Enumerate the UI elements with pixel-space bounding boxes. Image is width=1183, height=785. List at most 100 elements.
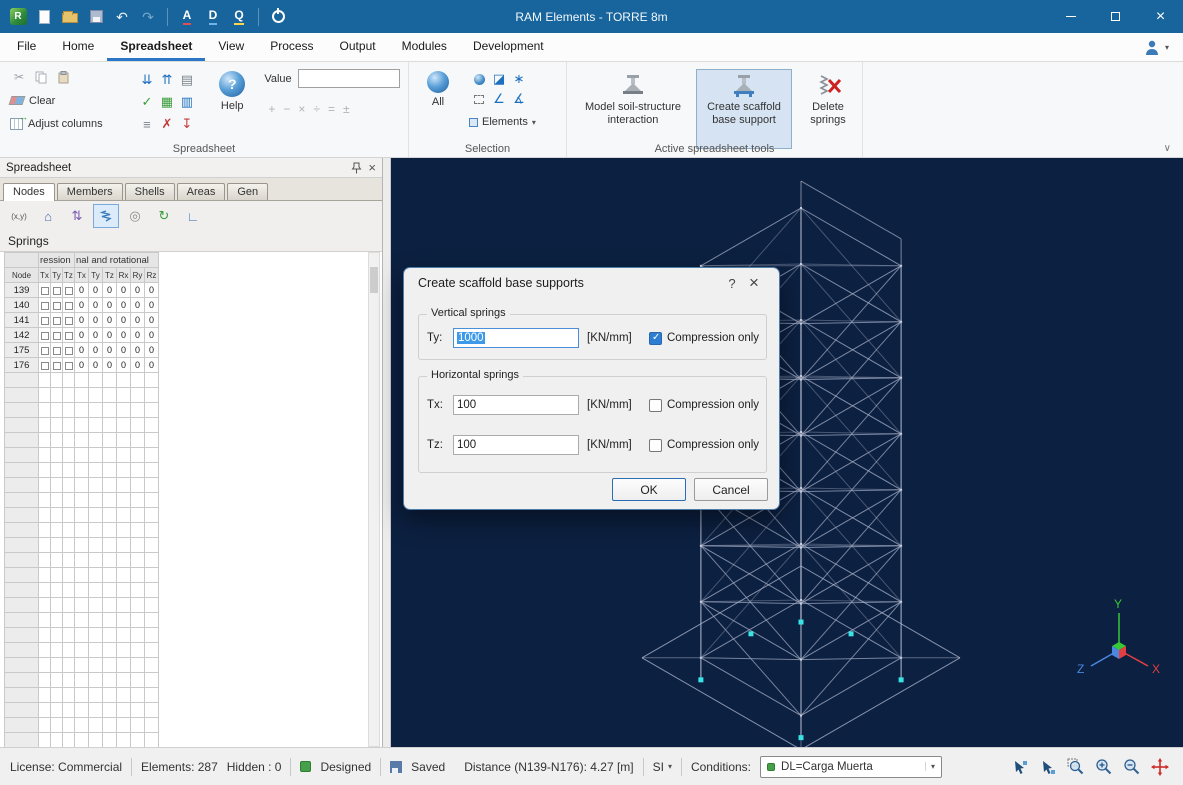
- spring-value-cell[interactable]: [117, 658, 131, 673]
- node-cell[interactable]: [5, 448, 39, 463]
- spring-value-cell[interactable]: [131, 673, 145, 688]
- node-cell[interactable]: [5, 568, 39, 583]
- spring-value-cell[interactable]: 0: [103, 313, 117, 328]
- spring-value-cell[interactable]: [89, 508, 103, 523]
- spring-value-cell[interactable]: [103, 418, 117, 433]
- subtract-icon[interactable]: −: [283, 102, 290, 116]
- spring-value-cell[interactable]: 0: [89, 343, 103, 358]
- springs-tool-button[interactable]: [93, 204, 119, 228]
- spring-value-cell[interactable]: [75, 718, 89, 733]
- empty-row[interactable]: [5, 493, 159, 508]
- pan-icon[interactable]: [1150, 757, 1169, 776]
- spring-value-cell[interactable]: [117, 598, 131, 613]
- spring-value-cell[interactable]: 0: [75, 313, 89, 328]
- spring-value-cell[interactable]: [131, 523, 145, 538]
- spring-value-cell[interactable]: [117, 508, 131, 523]
- confirm-edit-icon[interactable]: ✓: [137, 91, 157, 113]
- empty-row[interactable]: [5, 448, 159, 463]
- empty-row[interactable]: [5, 643, 159, 658]
- spring-row-140[interactable]: 140000000: [5, 298, 159, 313]
- spring-value-cell[interactable]: [131, 433, 145, 448]
- node-cell[interactable]: [5, 733, 39, 748]
- spring-value-cell[interactable]: [75, 403, 89, 418]
- spring-value-cell[interactable]: [75, 628, 89, 643]
- select-all-button[interactable]: All: [419, 69, 457, 128]
- menu-tab-file[interactable]: File: [4, 33, 49, 61]
- spring-value-cell[interactable]: [75, 478, 89, 493]
- spring-value-cell[interactable]: [145, 388, 159, 403]
- spring-value-cell[interactable]: [145, 478, 159, 493]
- spring-value-cell[interactable]: [103, 493, 117, 508]
- spring-value-cell[interactable]: [103, 718, 117, 733]
- new-file-icon[interactable]: [32, 4, 56, 30]
- units-dropdown[interactable]: SI ▾: [653, 760, 672, 774]
- spring-value-cell[interactable]: 0: [89, 313, 103, 328]
- node-cell[interactable]: [5, 718, 39, 733]
- cancel-button[interactable]: Cancel: [694, 478, 768, 501]
- spring-value-cell[interactable]: [145, 418, 159, 433]
- spring-value-cell[interactable]: [89, 643, 103, 658]
- spring-value-cell[interactable]: [103, 448, 117, 463]
- delete-springs-button[interactable]: Delete springs: [797, 69, 859, 149]
- node-cell[interactable]: [5, 643, 39, 658]
- spring-value-cell[interactable]: [103, 658, 117, 673]
- node-cell[interactable]: [5, 523, 39, 538]
- spring-value-cell[interactable]: [145, 448, 159, 463]
- user-dropdown-icon[interactable]: ▾: [1165, 43, 1169, 52]
- spring-value-cell[interactable]: [131, 598, 145, 613]
- append-row-icon[interactable]: ↧: [177, 113, 197, 135]
- spring-value-cell[interactable]: [103, 688, 117, 703]
- spring-value-cell[interactable]: 0: [75, 283, 89, 298]
- spring-value-cell[interactable]: 0: [117, 313, 131, 328]
- annotation-icon-2[interactable]: D: [201, 4, 225, 30]
- menu-tab-process[interactable]: Process: [257, 33, 326, 61]
- spring-value-cell[interactable]: 0: [145, 343, 159, 358]
- cut-icon[interactable]: ✂: [10, 69, 28, 85]
- spring-value-cell[interactable]: [145, 703, 159, 718]
- spring-value-cell[interactable]: [131, 403, 145, 418]
- spring-value-cell[interactable]: [131, 388, 145, 403]
- spring-value-cell[interactable]: [131, 373, 145, 388]
- swap-icon[interactable]: ⇅: [64, 204, 90, 228]
- annotation-icon-1[interactable]: A: [175, 4, 199, 30]
- spring-value-cell[interactable]: [89, 628, 103, 643]
- spring-value-cell[interactable]: 0: [103, 358, 117, 373]
- compression-checkbox[interactable]: [65, 347, 73, 355]
- compression-checkbox[interactable]: [65, 362, 73, 370]
- list-icon[interactable]: ≡: [137, 113, 157, 135]
- spring-value-cell[interactable]: 0: [131, 343, 145, 358]
- spring-value-cell[interactable]: 0: [75, 358, 89, 373]
- empty-row[interactable]: [5, 433, 159, 448]
- spring-value-cell[interactable]: [103, 553, 117, 568]
- node-cell[interactable]: [5, 613, 39, 628]
- node-cell[interactable]: 175: [5, 343, 39, 358]
- empty-row[interactable]: [5, 463, 159, 478]
- vertical-scrollbar[interactable]: [368, 252, 380, 747]
- empty-row[interactable]: [5, 613, 159, 628]
- panel-tab-nodes[interactable]: Nodes: [3, 183, 55, 201]
- format-table-icon[interactable]: ▥: [177, 91, 197, 113]
- node-cell[interactable]: [5, 373, 39, 388]
- plus-minus-icon[interactable]: ±: [343, 102, 350, 116]
- menu-tab-development[interactable]: Development: [460, 33, 557, 61]
- spring-value-cell[interactable]: [117, 673, 131, 688]
- maximize-button[interactable]: [1093, 0, 1138, 33]
- compression-checkbox[interactable]: [65, 332, 73, 340]
- menu-tab-view[interactable]: View: [205, 33, 257, 61]
- spring-value-cell[interactable]: 0: [103, 343, 117, 358]
- spring-value-cell[interactable]: [75, 508, 89, 523]
- spring-value-cell[interactable]: [145, 613, 159, 628]
- insert-row-icon[interactable]: ▦: [157, 91, 177, 113]
- node-cell[interactable]: 140: [5, 298, 39, 313]
- node-cell[interactable]: 142: [5, 328, 39, 343]
- spring-value-cell[interactable]: [75, 643, 89, 658]
- spring-value-cell[interactable]: [117, 733, 131, 748]
- spring-value-cell[interactable]: [75, 463, 89, 478]
- menu-tab-output[interactable]: Output: [327, 33, 389, 61]
- spring-value-cell[interactable]: [89, 733, 103, 748]
- equals-icon[interactable]: =: [328, 102, 335, 116]
- spring-value-cell[interactable]: [131, 478, 145, 493]
- empty-row[interactable]: [5, 733, 159, 748]
- spring-value-cell[interactable]: [117, 718, 131, 733]
- spring-value-cell[interactable]: [103, 673, 117, 688]
